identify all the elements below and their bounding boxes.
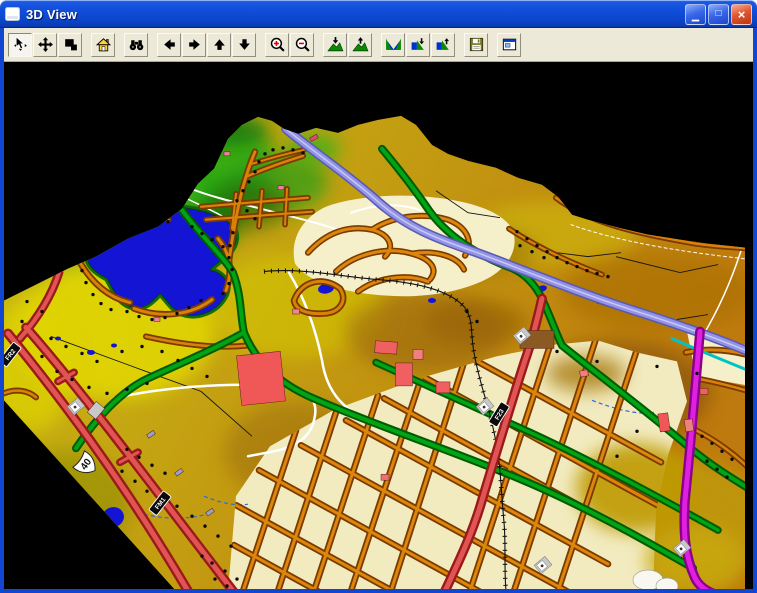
- arrow-left-icon: [161, 36, 178, 53]
- elev-up-icon: [352, 36, 369, 53]
- window-controls: ▁ □ ×: [685, 4, 752, 25]
- arrow-down-icon: [236, 36, 253, 53]
- toolbar-group: [381, 33, 456, 57]
- toolbar: [4, 28, 753, 61]
- pan-up-button[interactable]: [207, 33, 231, 57]
- elev-down-icon: [327, 36, 344, 53]
- toolbar-group: [497, 33, 522, 57]
- arrow-right-icon: [186, 36, 203, 53]
- 3d-view-window: 3D View ▁ □ × F23FM1FR240: [0, 0, 757, 593]
- water-level-up-button[interactable]: [431, 33, 455, 57]
- zoom-out-icon: [294, 36, 311, 53]
- water-down-icon: [410, 36, 427, 53]
- find-icon: [128, 36, 145, 53]
- pan-right-button[interactable]: [182, 33, 206, 57]
- window-icon: [5, 6, 21, 22]
- toolbar-group: [8, 33, 83, 57]
- water-up-icon: [435, 36, 452, 53]
- 3d-terrain-map[interactable]: F23FM1FR240: [4, 62, 753, 589]
- move-icon: [37, 36, 54, 53]
- water-level-down-button[interactable]: [406, 33, 430, 57]
- arrow-up-icon: [211, 36, 228, 53]
- tilt-icon: [62, 36, 79, 53]
- pan-tool-button[interactable]: [8, 33, 32, 57]
- toolbar-group: [464, 33, 489, 57]
- window-title: 3D View: [26, 7, 680, 22]
- tilt-view-button[interactable]: [58, 33, 82, 57]
- maximize-button[interactable]: □: [708, 4, 729, 25]
- home-icon: [95, 36, 112, 53]
- toolbar-group: [91, 33, 116, 57]
- minimize-button[interactable]: ▁: [685, 4, 706, 25]
- water-icon: [385, 36, 402, 53]
- toolbar-group: [157, 33, 257, 57]
- toolbar-group: [265, 33, 315, 57]
- toolbar-group: [124, 33, 149, 57]
- water-level-button[interactable]: [381, 33, 405, 57]
- home-view-button[interactable]: [91, 33, 115, 57]
- pan-left-button[interactable]: [157, 33, 181, 57]
- elevation-up-button[interactable]: [348, 33, 372, 57]
- elevation-down-button[interactable]: [323, 33, 347, 57]
- find-button[interactable]: [124, 33, 148, 57]
- close-button[interactable]: ×: [731, 4, 752, 25]
- toolbar-group: [323, 33, 373, 57]
- pan-move-button[interactable]: [33, 33, 57, 57]
- copy-image-button[interactable]: [497, 33, 521, 57]
- pan-down-button[interactable]: [232, 33, 256, 57]
- copy-icon: [501, 36, 518, 53]
- title-bar[interactable]: 3D View ▁ □ ×: [0, 0, 757, 28]
- pan-icon: [12, 36, 29, 53]
- save-button[interactable]: [464, 33, 488, 57]
- zoom-out-button[interactable]: [290, 33, 314, 57]
- zoom-in-icon: [269, 36, 286, 53]
- save-icon: [468, 36, 485, 53]
- map-viewport: F23FM1FR240: [4, 61, 753, 589]
- zoom-in-button[interactable]: [265, 33, 289, 57]
- window-body: F23FM1FR240: [0, 28, 757, 593]
